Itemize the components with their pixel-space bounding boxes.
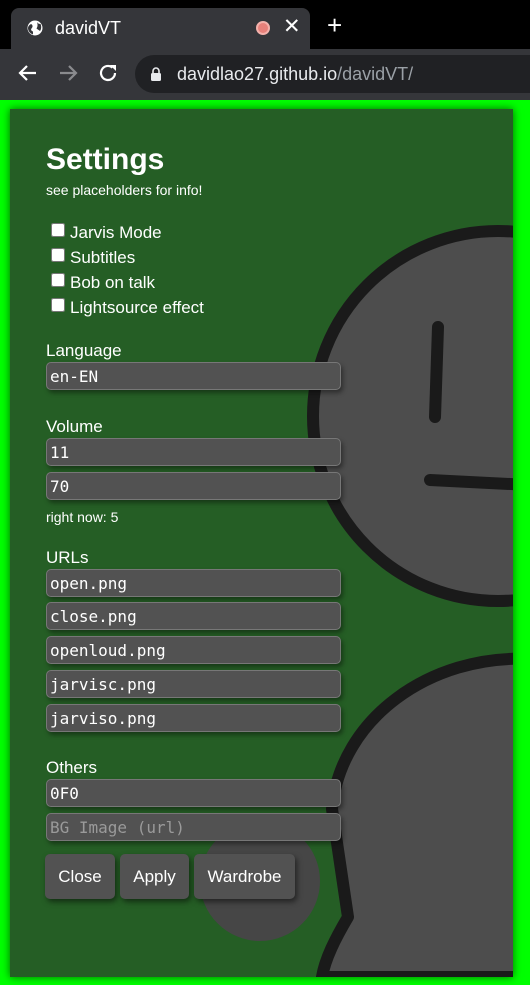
others-label: Others bbox=[46, 758, 98, 777]
page-viewport: Settings see placeholders for info! Jarv… bbox=[0, 100, 530, 985]
bob-on-talk-checkbox[interactable]: Bob on talk bbox=[51, 272, 156, 293]
jarvis-mode-label: Jarvis Mode bbox=[70, 223, 162, 242]
language-label: Language bbox=[46, 341, 122, 360]
subtitles-input[interactable] bbox=[51, 247, 65, 262]
lightsource-effect-label: Lightsource effect bbox=[70, 298, 204, 317]
bob-on-talk-input[interactable] bbox=[51, 272, 65, 287]
close-button[interactable]: Close bbox=[45, 854, 115, 899]
recording-icon bbox=[256, 21, 270, 35]
lightsource-effect-checkbox[interactable]: Lightsource effect bbox=[51, 297, 204, 318]
color-input[interactable] bbox=[46, 779, 341, 807]
urls-label: URLs bbox=[46, 548, 89, 567]
jarvis-mode-checkbox[interactable]: Jarvis Mode bbox=[51, 222, 162, 243]
apply-button[interactable]: Apply bbox=[120, 854, 189, 899]
lightsource-effect-input[interactable] bbox=[51, 297, 65, 312]
globe-icon bbox=[27, 20, 43, 36]
browser-tab-bar: davidVT ✕ + bbox=[0, 0, 530, 49]
volume-input-2[interactable] bbox=[46, 472, 341, 500]
url-input-jarvisc[interactable] bbox=[46, 670, 341, 698]
settings-subtitle: see placeholders for info! bbox=[46, 182, 203, 198]
browser-toolbar: davidlao27.github.io/davidVT/ bbox=[0, 49, 530, 100]
bob-on-talk-label: Bob on talk bbox=[70, 273, 156, 292]
lock-icon bbox=[151, 67, 161, 81]
volume-current-note: right now: 5 bbox=[46, 509, 119, 525]
back-arrow-icon[interactable] bbox=[16, 61, 40, 85]
subtitles-label: Subtitles bbox=[70, 248, 136, 267]
volume-input-1[interactable] bbox=[46, 438, 341, 466]
address-bar[interactable]: davidlao27.github.io/davidVT/ bbox=[135, 55, 530, 93]
language-input[interactable] bbox=[46, 362, 341, 390]
settings-title: Settings bbox=[46, 143, 165, 176]
jarvis-mode-input[interactable] bbox=[51, 222, 65, 237]
settings-panel: Settings see placeholders for info! Jarv… bbox=[10, 109, 513, 977]
browser-tab[interactable]: davidVT ✕ bbox=[11, 8, 310, 49]
url-input-openloud[interactable] bbox=[46, 636, 341, 664]
url-input-jarviso[interactable] bbox=[46, 704, 341, 732]
volume-label: Volume bbox=[46, 417, 103, 436]
tab-title: davidVT bbox=[55, 18, 122, 38]
url-input-open[interactable] bbox=[46, 569, 341, 597]
new-tab-icon[interactable]: + bbox=[327, 10, 342, 41]
forward-arrow-icon[interactable] bbox=[56, 61, 80, 85]
bg-image-input[interactable] bbox=[46, 813, 341, 841]
url-input-close[interactable] bbox=[46, 602, 341, 630]
reload-icon[interactable] bbox=[96, 61, 120, 85]
subtitles-checkbox[interactable]: Subtitles bbox=[51, 247, 136, 268]
close-tab-icon[interactable]: ✕ bbox=[283, 14, 301, 39]
url-text: davidlao27.github.io/davidVT/ bbox=[177, 64, 414, 84]
wardrobe-button[interactable]: Wardrobe bbox=[194, 854, 295, 899]
